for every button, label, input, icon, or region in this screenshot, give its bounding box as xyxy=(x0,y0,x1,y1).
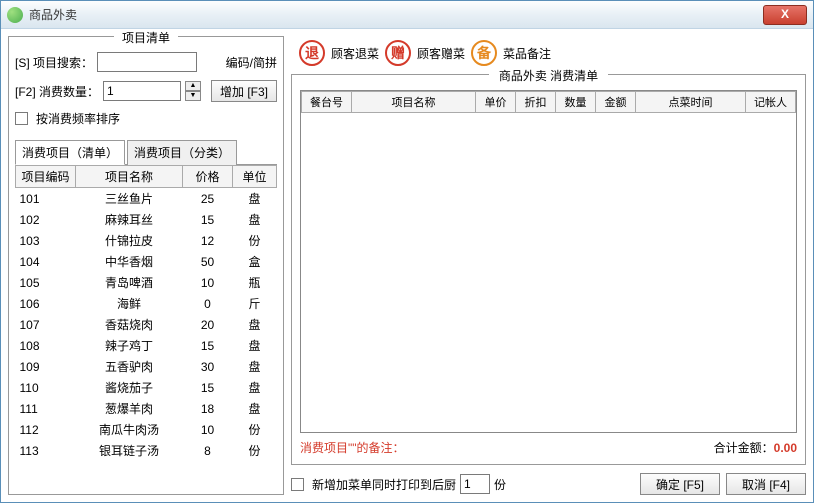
col-name[interactable]: 项目名称 xyxy=(76,166,183,188)
table-row[interactable]: 108辣子鸡丁15盘 xyxy=(16,335,277,356)
table-row[interactable]: 111葱爆羊肉18盘 xyxy=(16,398,277,419)
col-unit[interactable]: 单位 xyxy=(233,166,277,188)
note-label: 菜品备注 xyxy=(503,45,551,62)
copies-unit: 份 xyxy=(494,476,506,493)
qty-label: [F2] 消费数量： xyxy=(15,83,99,100)
table-row[interactable]: 113银耳链子汤8份 xyxy=(16,440,277,461)
window-title: 商品外卖 xyxy=(29,6,763,23)
left-fieldset-title: 项目清单 xyxy=(15,29,277,46)
ocol-time[interactable]: 点菜时间 xyxy=(636,92,746,113)
search-label: [S] 项目搜索： xyxy=(15,54,93,71)
titlebar: 商品外卖 X xyxy=(1,1,813,29)
total-value: 0.00 xyxy=(774,441,797,455)
ok-button[interactable]: 确定 [F5] xyxy=(640,473,720,495)
item-grid[interactable]: 项目编码 项目名称 价格 单位 101三丝鱼片25盘102麻辣耳丝15盘103什… xyxy=(15,165,277,488)
ocol-disc[interactable]: 折扣 xyxy=(516,92,556,113)
col-price[interactable]: 价格 xyxy=(183,166,233,188)
print-label: 新增加菜单同时打印到后厨 xyxy=(312,476,456,493)
note-icon[interactable]: 备 xyxy=(471,40,497,66)
col-code[interactable]: 项目编码 xyxy=(16,166,76,188)
app-icon xyxy=(7,7,23,23)
print-checkbox[interactable] xyxy=(291,478,304,491)
return-label: 顾客退菜 xyxy=(331,45,379,62)
ocol-price[interactable]: 单价 xyxy=(476,92,516,113)
table-row[interactable]: 112南瓜牛肉汤10份 xyxy=(16,419,277,440)
right-fieldset-title: 商品外卖 消费清单 xyxy=(300,67,797,84)
table-row[interactable]: 104中华香烟50盒 xyxy=(16,251,277,272)
qty-input[interactable] xyxy=(103,81,181,101)
sort-label: 按消费频率排序 xyxy=(36,110,120,127)
cancel-button[interactable]: 取消 [F4] xyxy=(726,473,806,495)
table-row[interactable]: 106海鲜0斤 xyxy=(16,293,277,314)
table-row[interactable]: 109五香驴肉30盘 xyxy=(16,356,277,377)
table-row[interactable]: 101三丝鱼片25盘 xyxy=(16,188,277,210)
close-button[interactable]: X xyxy=(763,5,807,25)
table-row[interactable]: 102麻辣耳丝15盘 xyxy=(16,209,277,230)
ocol-table[interactable]: 餐台号 xyxy=(302,92,352,113)
gift-label: 顾客赠菜 xyxy=(417,45,465,62)
ocol-name[interactable]: 项目名称 xyxy=(352,92,476,113)
table-row[interactable]: 103什锦拉皮12份 xyxy=(16,230,277,251)
search-hint: 编码/简拼 xyxy=(226,54,277,71)
search-input[interactable] xyxy=(97,52,197,72)
return-icon[interactable]: 退 xyxy=(299,40,325,66)
total-label: 合计金额： xyxy=(714,441,774,455)
remark-text: 消费项目""的备注： xyxy=(300,439,405,456)
ocol-acct[interactable]: 记帐人 xyxy=(746,92,796,113)
right-panel: 退 顾客退菜 赠 顾客赠菜 备 菜品备注 商品外卖 消费清单 餐台号 项目名称 … xyxy=(291,36,806,495)
table-row[interactable]: 105青岛啤酒10瓶 xyxy=(16,272,277,293)
copies-input[interactable] xyxy=(460,474,490,494)
ocol-qty[interactable]: 数量 xyxy=(556,92,596,113)
tab-list[interactable]: 消费项目（清单） xyxy=(15,140,125,165)
sort-checkbox[interactable] xyxy=(15,112,28,125)
left-panel: 项目清单 [S] 项目搜索： 编码/简拼 [F2] 消费数量： ▲▼ 增加 [F… xyxy=(8,36,284,495)
table-row[interactable]: 107香菇烧肉20盘 xyxy=(16,314,277,335)
add-button[interactable]: 增加 [F3] xyxy=(211,80,277,102)
table-row[interactable]: 110酱烧茄子15盘 xyxy=(16,377,277,398)
ocol-amt[interactable]: 金额 xyxy=(596,92,636,113)
qty-spinner[interactable]: ▲▼ xyxy=(185,81,201,101)
tab-category[interactable]: 消费项目（分类） xyxy=(127,140,237,165)
gift-icon[interactable]: 赠 xyxy=(385,40,411,66)
order-grid[interactable]: 餐台号 项目名称 单价 折扣 数量 金额 点菜时间 记帐人 xyxy=(300,90,797,433)
